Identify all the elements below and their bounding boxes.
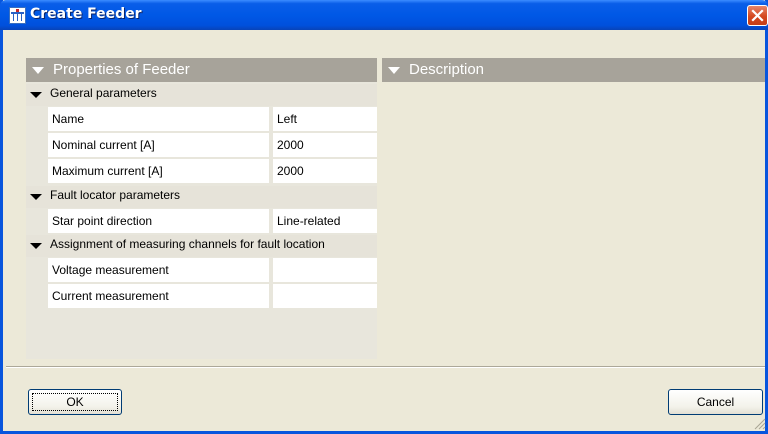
properties-pane: Properties of Feeder General parameters … — [26, 58, 377, 359]
cancel-button[interactable]: Cancel — [668, 389, 763, 415]
property-value-name[interactable]: Left — [273, 107, 377, 132]
collapse-triangle-icon[interactable] — [32, 67, 44, 74]
property-value-voltage-measurement[interactable] — [273, 258, 377, 283]
expand-triangle-icon[interactable] — [30, 92, 42, 98]
collapse-triangle-icon[interactable] — [388, 67, 400, 74]
group-fault-locator-parameters[interactable]: Fault locator parameters — [26, 186, 377, 208]
expand-triangle-icon[interactable] — [30, 243, 42, 249]
property-row-current-measurement: Current measurement — [48, 284, 377, 310]
create-feeder-dialog: Create Feeder Properties of Feeder Gener… — [0, 0, 768, 434]
property-value-nominal-current[interactable]: 2000 — [273, 133, 377, 158]
description-pane-header[interactable]: Description — [382, 58, 765, 82]
property-value-star-point-direction[interactable]: Line-related — [273, 209, 377, 234]
property-row-maximum-current: Maximum current [A] 2000 — [48, 159, 377, 185]
property-value-maximum-current[interactable]: 2000 — [273, 159, 377, 184]
property-row-star-point-direction: Star point direction Line-related — [48, 209, 377, 235]
property-name: Nominal current [A] — [48, 133, 269, 158]
description-pane: Description — [382, 58, 765, 359]
property-name: Star point direction — [48, 209, 269, 234]
property-value-current-measurement[interactable] — [273, 284, 377, 309]
group-label: Fault locator parameters — [50, 188, 181, 202]
properties-pane-title: Properties of Feeder — [53, 61, 190, 78]
property-row-nominal-current: Nominal current [A] 2000 — [48, 133, 377, 159]
properties-pane-header[interactable]: Properties of Feeder — [26, 58, 377, 82]
expand-triangle-icon[interactable] — [30, 194, 42, 200]
property-row-name: Name Left — [48, 107, 377, 133]
ok-button[interactable]: OK — [28, 389, 122, 415]
group-general-parameters[interactable]: General parameters — [26, 84, 377, 106]
property-name: Current measurement — [48, 284, 269, 309]
property-name: Name — [48, 107, 269, 132]
property-name: Voltage measurement — [48, 258, 269, 283]
title-bar[interactable]: Create Feeder — [0, 0, 768, 30]
group-label: Assignment of measuring channels for fau… — [50, 237, 325, 251]
separator-line — [6, 366, 765, 368]
close-button[interactable] — [747, 5, 768, 26]
property-name: Maximum current [A] — [48, 159, 269, 184]
resize-grip-icon[interactable] — [752, 416, 766, 430]
window-title: Create Feeder — [30, 6, 142, 22]
property-row-voltage-measurement: Voltage measurement — [48, 258, 377, 284]
description-pane-title: Description — [409, 61, 485, 78]
group-label: General parameters — [50, 86, 157, 100]
close-icon — [751, 9, 764, 22]
cancel-button-label: Cancel — [696, 395, 735, 409]
focus-rectangle — [32, 393, 118, 411]
feeder-app-icon — [9, 7, 26, 24]
group-measuring-channels[interactable]: Assignment of measuring channels for fau… — [26, 235, 377, 257]
